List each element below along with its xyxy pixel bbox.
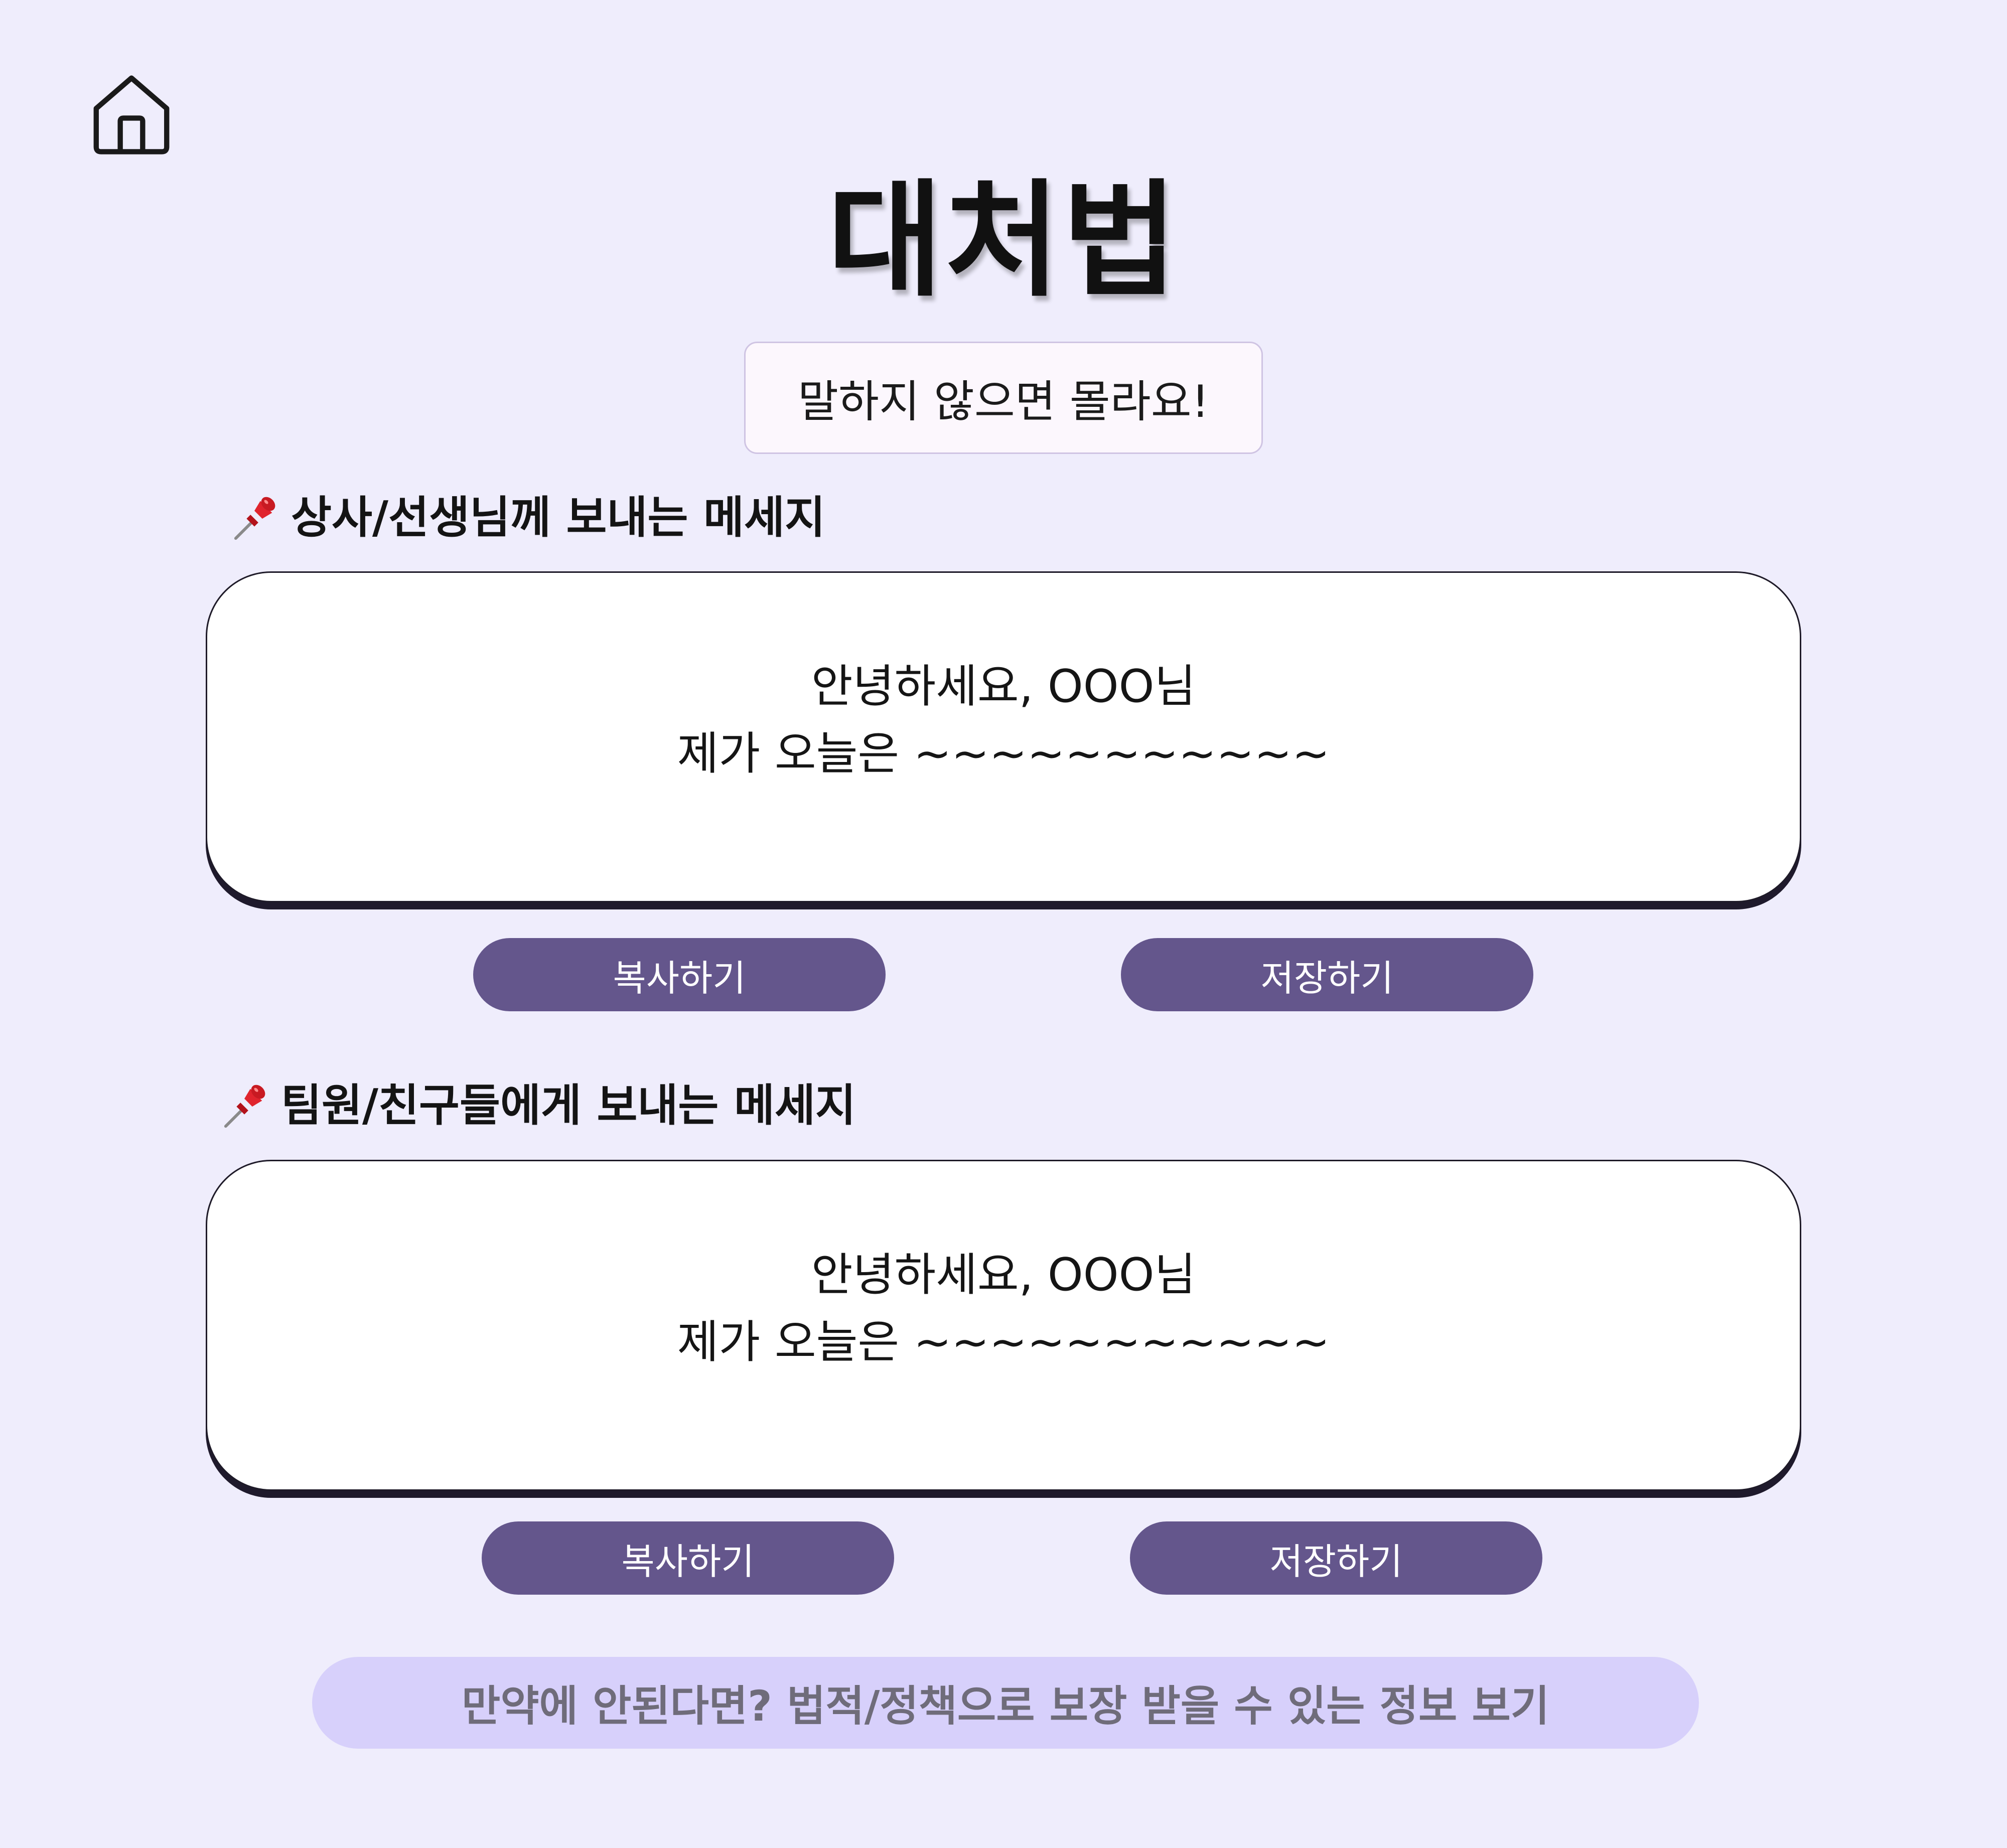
message-greeting: 안녕하세요, OOO님 bbox=[811, 660, 1196, 713]
save-button[interactable]: 저장하기 bbox=[1130, 1521, 1542, 1595]
copy-button[interactable]: 복사하기 bbox=[473, 938, 886, 1011]
subtitle-text: 말하지 않으면 몰라요! bbox=[798, 375, 1209, 427]
copy-button-label: 복사하기 bbox=[613, 957, 746, 999]
legal-info-label: 만약에 안된다면? 법적/정책으로 보장 받을 수 있는 정보 보기 bbox=[461, 1681, 1550, 1731]
home-icon bbox=[93, 75, 170, 155]
save-button-label: 저장하기 bbox=[1260, 957, 1394, 999]
legal-info-button[interactable]: 만약에 안된다면? 법적/정책으로 보장 받을 수 있는 정보 보기 bbox=[312, 1657, 1699, 1749]
copy-button[interactable]: 복사하기 bbox=[482, 1521, 894, 1595]
save-button[interactable]: 저장하기 bbox=[1121, 938, 1533, 1011]
section-heading-superior: 상사/선생님께 보내는 메세지 bbox=[231, 493, 825, 542]
message-body: 제가 오늘은 ~~~~~~~~~~~ bbox=[677, 1316, 1330, 1368]
message-greeting: 안녕하세요, OOO님 bbox=[811, 1249, 1196, 1301]
home-button[interactable] bbox=[91, 73, 172, 157]
message-body: 제가 오늘은 ~~~~~~~~~~~ bbox=[677, 727, 1330, 780]
copy-button-label: 복사하기 bbox=[621, 1540, 755, 1583]
save-button-label: 저장하기 bbox=[1269, 1540, 1403, 1583]
section-heading-text: 팀원/친구들에게 보내는 메세지 bbox=[281, 1080, 856, 1131]
message-box-peers[interactable]: 안녕하세요, OOO님 제가 오늘은 ~~~~~~~~~~~ bbox=[206, 1160, 1801, 1491]
section-heading-text: 상사/선생님께 보내는 메세지 bbox=[291, 492, 825, 543]
page-title: 대처법 bbox=[827, 168, 1180, 314]
subtitle-badge: 말하지 않으면 몰라요! bbox=[744, 342, 1263, 454]
pushpin-icon bbox=[221, 1081, 270, 1130]
message-box-superior[interactable]: 안녕하세요, OOO님 제가 오늘은 ~~~~~~~~~~~ bbox=[206, 571, 1801, 902]
section-heading-peers: 팀원/친구들에게 보내는 메세지 bbox=[221, 1081, 856, 1130]
pushpin-icon bbox=[231, 493, 280, 542]
